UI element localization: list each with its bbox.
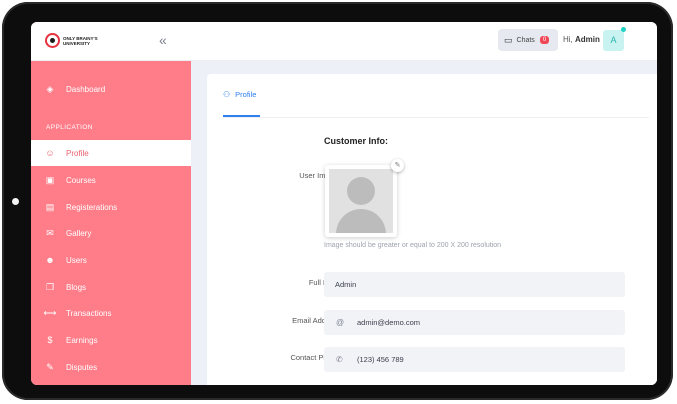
phone-value: (123) 456 789 [357,355,404,364]
sidebar-item-label: Gallery [66,228,92,238]
tab-label: Profile [235,90,257,99]
sidebar-item-profile[interactable]: ☺ Profile [31,140,191,166]
sidebar-item-gallery[interactable]: ✉ Gallery [31,220,191,246]
email-value: admin@demo.com [357,318,421,327]
image-hint: Image should be greater or equal to 200 … [324,242,502,249]
greeting-prefix: Hi, [563,35,573,44]
edit-image-button[interactable]: ✎ [391,159,404,172]
at-sign-icon: @ [336,318,345,327]
collapse-sidebar-icon[interactable]: « [159,32,167,48]
sidebar-item-earnings[interactable]: $ Earnings [31,327,191,353]
gallery-icon: ✉ [46,227,54,238]
camera-dot [12,198,19,205]
tablet-frame: ONLY BRAINY'S UNIVERSITY « ◈ Dashboard A… [2,2,673,400]
tab-profile[interactable]: ⚇ Profile [223,90,256,99]
sidebar-item-label: Transactions [66,308,112,318]
sidebar-item-label: Dashboard [66,84,106,94]
online-status-dot [621,27,626,32]
sidebar-item-dashboard[interactable]: ◈ Dashboard [31,76,191,102]
registration-icon: ▤ [45,201,55,212]
dollar-icon: $ [47,335,53,345]
layers-icon: ◈ [46,83,54,94]
full-name-input[interactable]: Admin [324,272,625,297]
tab-divider [223,117,649,118]
sidebar-item-users[interactable]: ☻ Users [31,247,191,273]
sidebar-header: ONLY BRAINY'S UNIVERSITY « [31,22,191,61]
sidebar-item-label: Users [66,255,87,265]
logo-text: ONLY BRAINY'S UNIVERSITY [63,35,98,46]
sidebar-item-label: Earnings [66,335,98,345]
sidebar-item-courses[interactable]: ▣ Courses [31,167,191,193]
blogs-icon: ❐ [45,281,55,292]
sidebar-item-disputes[interactable]: ✎ Disputes [31,354,191,380]
profile-icon: ☺ [45,148,55,158]
active-tab-indicator [223,115,260,117]
sidebar-item-registerations[interactable]: ▤ Registerations [31,194,191,220]
avatar[interactable]: A [603,30,624,51]
logo[interactable]: ONLY BRAINY'S UNIVERSITY [45,33,105,48]
top-header: ▭ Chats 0 Hi, Admin A [191,22,657,61]
sidebar-item-label: Disputes [66,362,98,372]
user-image-preview[interactable] [325,165,397,237]
user-greeting: Hi, Admin [563,35,600,44]
chat-bubble-icon: ▭ [504,34,513,45]
sidebar-section-label: APPLICATION [46,124,93,131]
section-title: Customer Info: [324,136,388,146]
user-outline-icon: ⚇ [223,90,231,99]
user-name: Admin [575,35,600,44]
person-body-shape [336,209,386,233]
chats-label: Chats [516,36,535,44]
profile-card: ⚇ Profile Customer Info: User Image * ✎ … [207,74,657,385]
logo-mark-icon [45,33,60,48]
email-field[interactable]: @ admin@demo.com [324,310,625,335]
app-screen: ONLY BRAINY'S UNIVERSITY « ◈ Dashboard A… [31,22,657,385]
chats-count-badge: 0 [539,36,550,44]
sidebar-item-label: Courses [66,175,96,185]
sidebar-item-label: Profile [66,148,89,158]
phone-field[interactable]: ✆ (123) 456 789 [324,347,625,372]
sidebar-item-label: Registerations [66,202,118,212]
sidebar-item-transactions[interactable]: ⟷ Transactions [31,300,191,326]
phone-icon: ✆ [336,355,343,364]
full-name-value: Admin [335,280,357,289]
sidebar-item-blogs[interactable]: ❐ Blogs [31,274,191,300]
chats-button[interactable]: ▭ Chats 0 [498,29,558,51]
courses-icon: ▣ [45,174,55,185]
sidebar-item-label: Blogs [66,282,87,292]
transactions-icon: ⟷ [43,307,57,318]
person-head-shape [347,177,375,205]
sidebar: ONLY BRAINY'S UNIVERSITY « ◈ Dashboard A… [31,22,191,385]
disputes-icon: ✎ [46,361,54,372]
avatar-placeholder [329,169,393,233]
users-icon: ☻ [45,255,55,265]
